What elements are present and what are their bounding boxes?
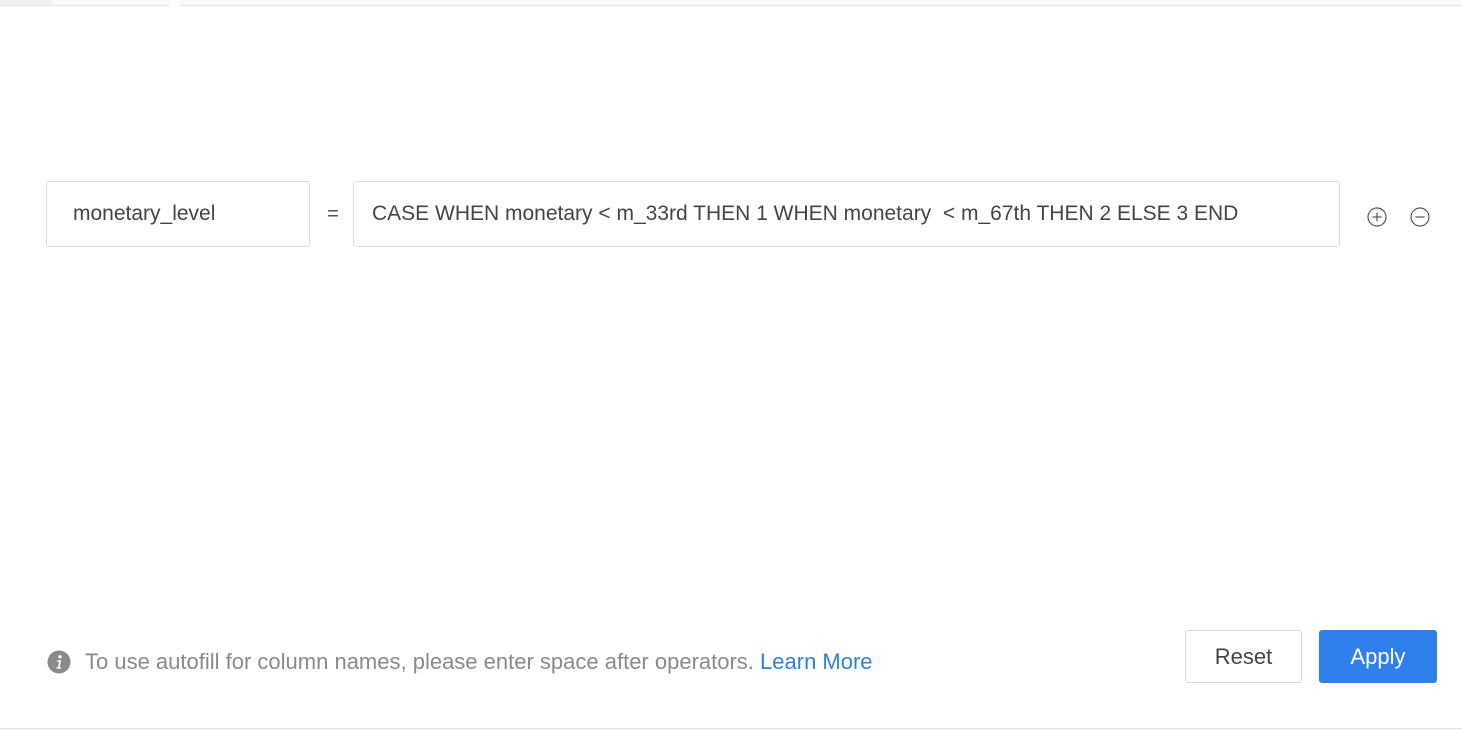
footer-bar: To use autofill for column names, please… (46, 630, 1438, 684)
tab-stub (0, 0, 52, 5)
top-divider (0, 0, 1462, 6)
column-name-input[interactable] (46, 181, 310, 247)
add-row-icon[interactable] (1367, 207, 1387, 227)
autofill-hint: To use autofill for column names, please… (85, 649, 873, 675)
formula-editor-panel: = To use autofill for column nam (0, 0, 1462, 730)
reset-button[interactable]: Reset (1185, 630, 1302, 683)
equals-sign: = (327, 203, 339, 225)
formula-row: = (46, 181, 1446, 247)
apply-button[interactable]: Apply (1319, 630, 1437, 683)
learn-more-link[interactable]: Learn More (760, 649, 873, 674)
info-icon (47, 650, 71, 674)
remove-row-icon[interactable] (1410, 207, 1430, 227)
expression-input[interactable] (353, 181, 1340, 247)
tab-notch (170, 0, 180, 6)
hint-text: To use autofill for column names, please… (85, 649, 761, 674)
